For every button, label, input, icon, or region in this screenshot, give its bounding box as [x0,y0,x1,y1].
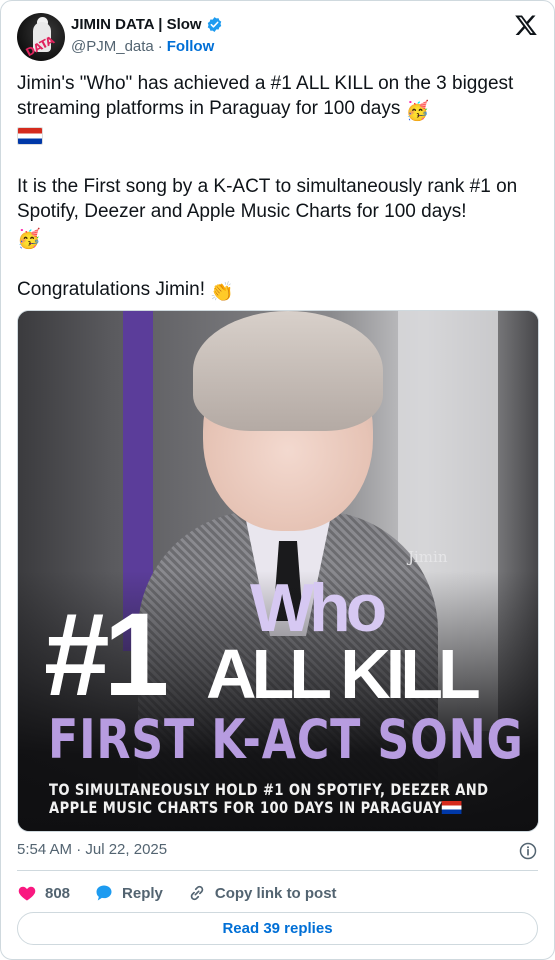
read-replies-button[interactable]: Read 39 replies [17,912,538,945]
verified-badge-icon [207,17,221,32]
tweet-paragraph-3: Congratulations Jimin! 👏 [17,277,539,305]
image-caption: TO SIMULTANEOUSLY HOLD #1 ON SPOTIFY, DE… [49,781,488,817]
timestamp[interactable]: 5:54 AM · Jul 22, 2025 [17,841,167,858]
info-icon[interactable] [518,841,538,861]
image-caption-line-2-row: APPLE MUSIC CHARTS FOR 100 DAYS IN PARAG… [49,799,488,817]
tweet-paragraph-1-text: Jimin's "Who" has achieved a #1 ALL KILL… [17,73,514,119]
rank-number: #1 [44,589,169,721]
party-face-emoji-icon: 🥳 [405,101,430,122]
tweet-meta: 5:54 AM · Jul 22, 2025 [17,841,538,861]
link-icon [190,885,204,901]
tweet-card: DATA JIMIN DATA | Slow @PJM_data · Follo… [0,0,555,960]
like-count: 808 [45,884,71,902]
divider [17,870,538,871]
copy-link-label: Copy link to post [214,884,337,902]
tweet-text: Jimin's "Who" has achieved a #1 ALL KILL… [17,71,539,305]
author-name[interactable]: JIMIN DATA | Slow [71,16,202,33]
image-caption-line-2: APPLE MUSIC CHARTS FOR 100 DAYS IN PARAG… [49,798,443,817]
image-caption-line-1: TO SIMULTANEOUSLY HOLD #1 ON SPOTIFY, DE… [49,780,489,799]
reply-button[interactable]: Reply [94,883,163,903]
handle-separator: · [157,38,163,55]
heart-icon [18,886,36,901]
paraguay-flag-icon [442,801,462,814]
clapping-hands-emoji-icon: 👏 [210,282,234,303]
tweet-paragraph-3-text: Congratulations Jimin! [17,279,205,300]
photo-hair [193,311,383,431]
tweet-paragraph-2: It is the First song by a K-ACT to simul… [17,174,539,252]
tweet-paragraph-1: Jimin's "Who" has achieved a #1 ALL KILL… [17,71,539,149]
x-logo-icon[interactable] [514,13,538,37]
all-kill-headline: ALL KILL [206,635,481,713]
action-bar: 808 Reply Copy link to post [17,882,361,904]
follow-button[interactable]: Follow [167,38,215,55]
tweet-paragraph-2-text: It is the First song by a K-ACT to simul… [17,176,518,222]
copy-link-button[interactable]: Copy link to post [187,883,337,903]
author-name-row: JIMIN DATA | Slow [71,16,223,33]
party-face-emoji-icon: 🥳 [17,229,41,250]
like-button[interactable]: 808 [17,883,70,903]
paraguay-flag-icon [17,127,43,145]
signature-text: Jimin [408,548,448,566]
reply-label: Reply [122,884,163,902]
tweet-image[interactable]: Jimin Who #1 ALL KILL FIRST K-ACT SONG T… [17,310,539,832]
tweet-header: DATA JIMIN DATA | Slow @PJM_data · Follo… [17,13,538,61]
handle-row: @PJM_data · Follow [71,38,214,55]
avatar[interactable]: DATA [17,13,65,61]
reply-bubble-icon [96,885,112,901]
first-k-act-song-text: FIRST K-ACT SONG [48,708,524,771]
author-handle[interactable]: @PJM_data [71,38,154,55]
